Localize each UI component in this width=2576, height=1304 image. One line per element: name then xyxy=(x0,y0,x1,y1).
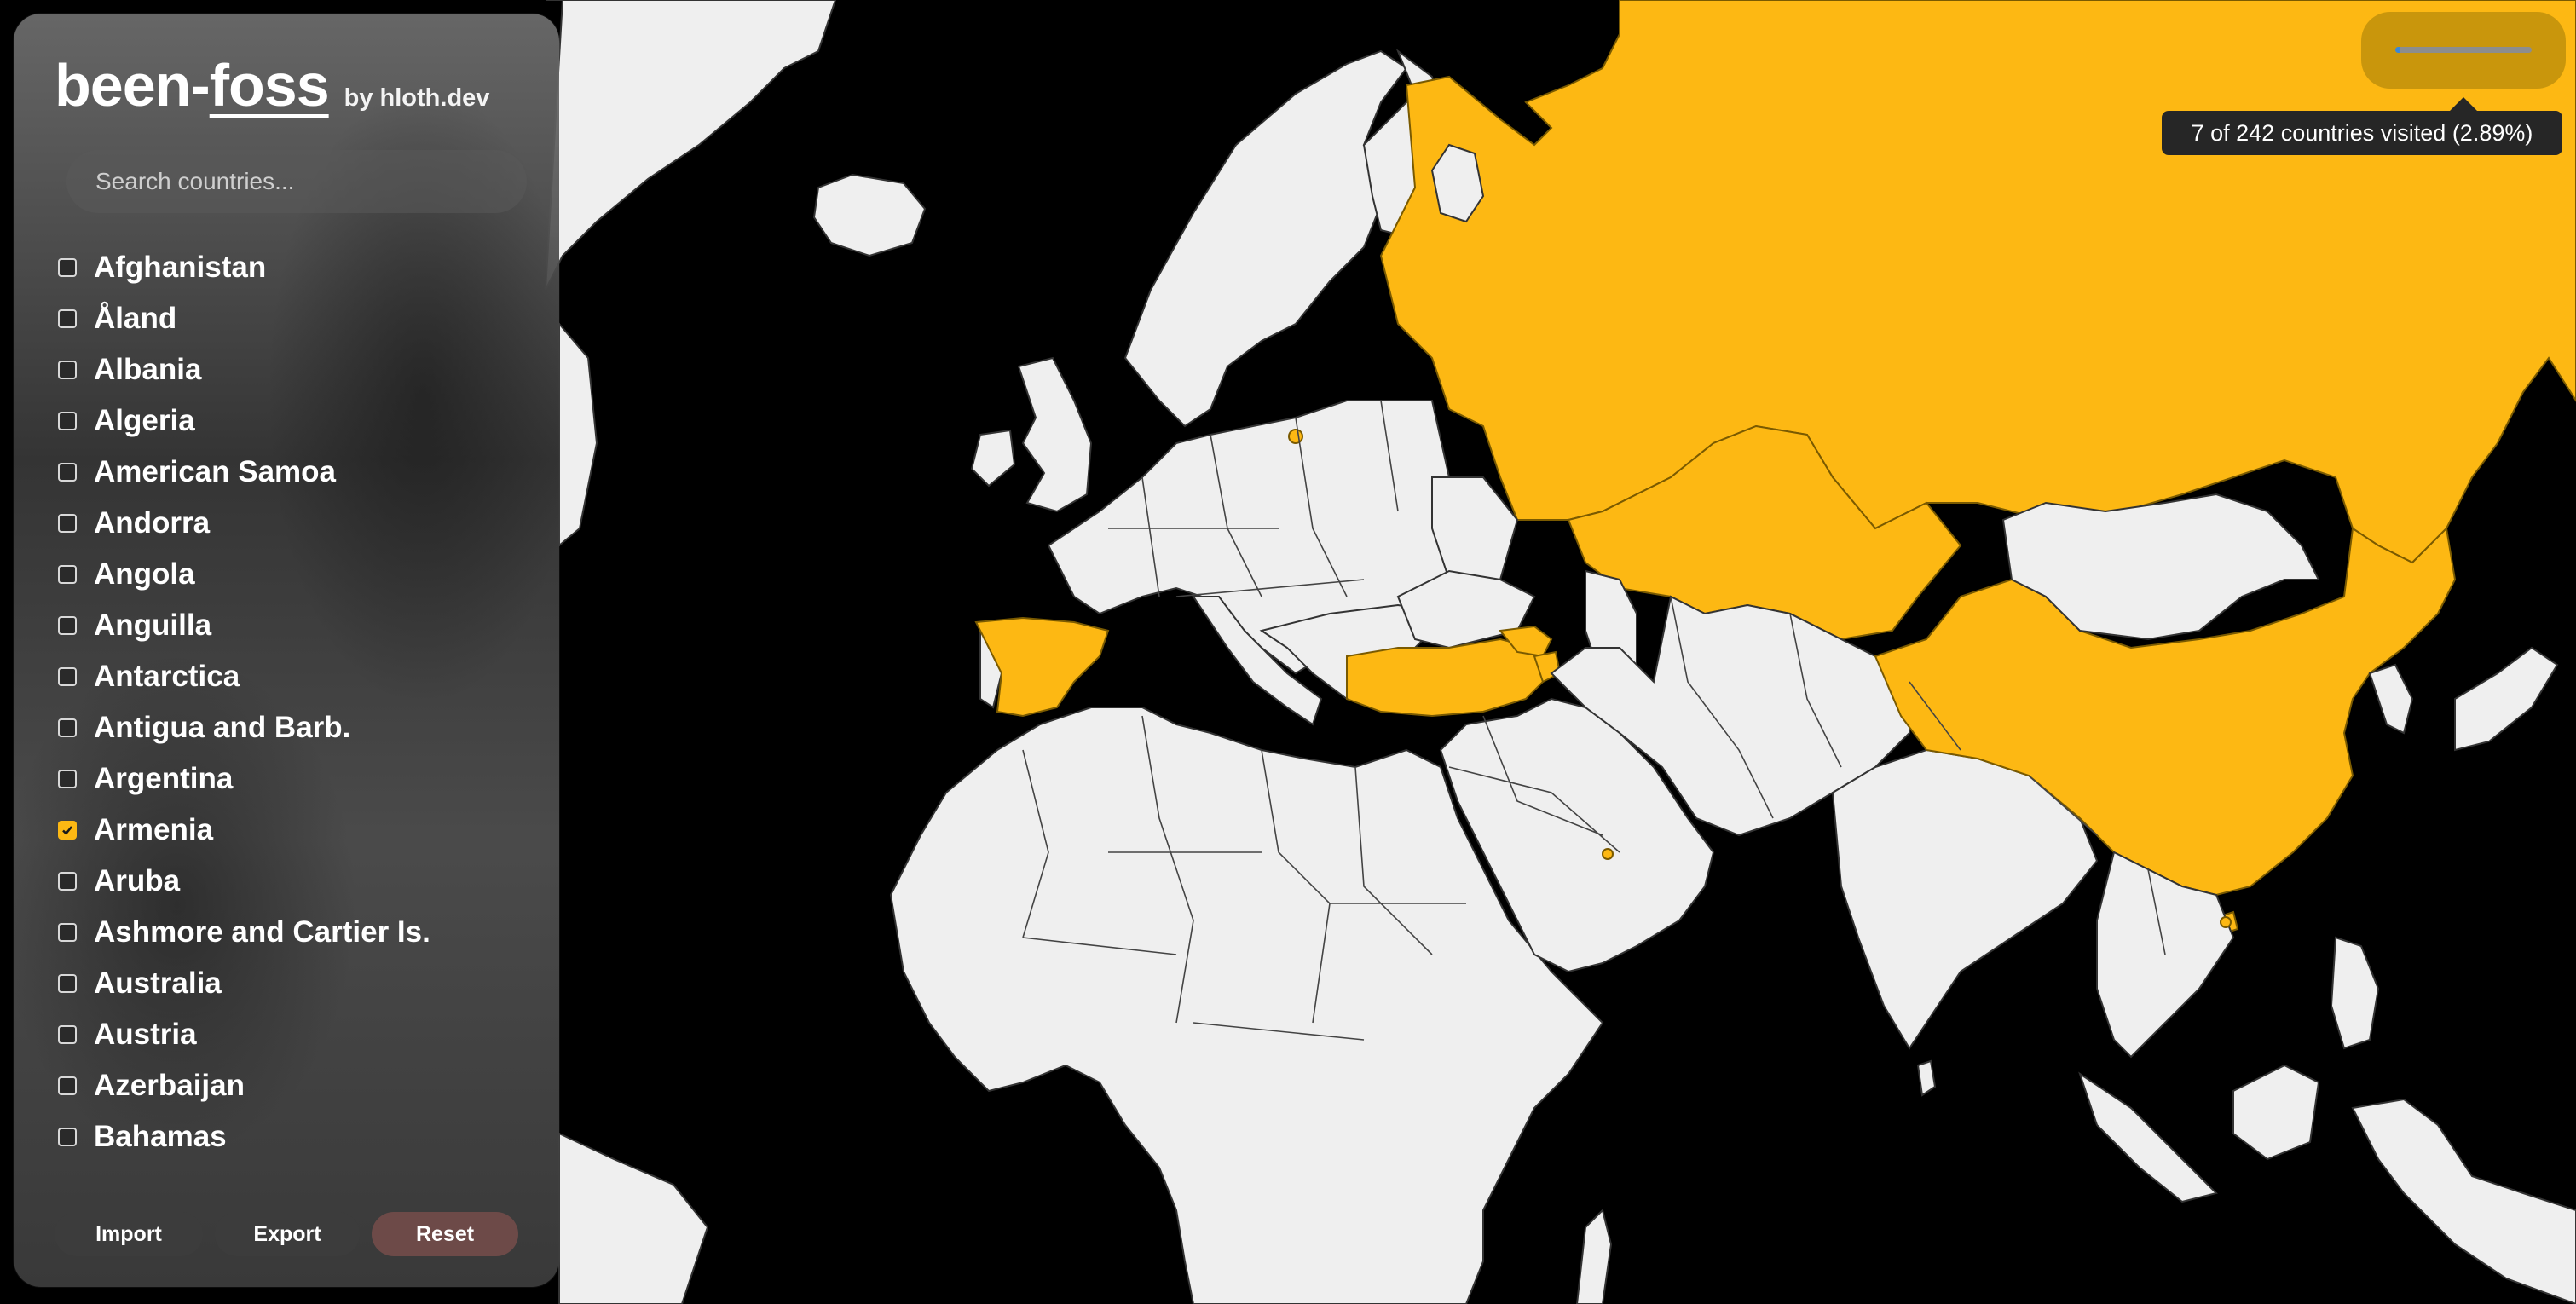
checkbox[interactable] xyxy=(58,616,77,635)
hong-kong[interactable] xyxy=(2220,916,2232,928)
country-item[interactable]: Ashmore and Cartier Is. xyxy=(58,907,518,958)
country-label: Albania xyxy=(94,353,202,386)
country-item[interactable]: Albania xyxy=(58,344,518,395)
country-item[interactable]: American Samoa xyxy=(58,447,518,498)
checkbox[interactable] xyxy=(58,872,77,891)
author-link[interactable]: by hloth.dev xyxy=(344,84,490,113)
checkbox[interactable] xyxy=(58,514,77,533)
checkbox[interactable] xyxy=(58,1076,77,1095)
search-input[interactable] xyxy=(66,150,527,213)
country-item[interactable]: Antarctica xyxy=(58,651,518,702)
country-label: Bahamas xyxy=(94,1120,227,1153)
action-buttons: Import Export Reset xyxy=(55,1212,518,1256)
checkbox[interactable] xyxy=(58,565,77,584)
visited-stats-tooltip: 7 of 242 countries visited (2.89%) xyxy=(2162,111,2562,155)
country-item[interactable]: Armenia xyxy=(58,805,518,856)
country-item[interactable]: Åland xyxy=(58,293,518,344)
country-label: Angola xyxy=(94,557,195,591)
qatar[interactable] xyxy=(1602,848,1614,860)
country-label: Åland xyxy=(94,302,177,335)
country-item[interactable]: Azerbaijan xyxy=(58,1060,518,1111)
country-label: Azerbaijan xyxy=(94,1069,245,1102)
progress-track xyxy=(2395,47,2532,53)
app-name: been-foss xyxy=(55,52,330,118)
country-label: Afghanistan xyxy=(94,251,267,284)
checkbox[interactable] xyxy=(58,821,77,840)
country-item[interactable]: Antigua and Barb. xyxy=(58,702,518,753)
country-label: Antarctica xyxy=(94,660,240,693)
country-item[interactable]: Australia xyxy=(58,958,518,1009)
country-item[interactable]: Austria xyxy=(58,1009,518,1060)
checkbox[interactable] xyxy=(58,1128,77,1146)
country-item[interactable]: Argentina xyxy=(58,753,518,805)
country-item[interactable]: Aruba xyxy=(58,856,518,907)
country-label: Antigua and Barb. xyxy=(94,711,351,744)
country-item[interactable]: Andorra xyxy=(58,498,518,549)
reset-button[interactable]: Reset xyxy=(372,1212,518,1256)
country-label: Anguilla xyxy=(94,609,212,642)
export-button[interactable]: Export xyxy=(215,1212,360,1256)
country-label: Algeria xyxy=(94,404,195,437)
brand-header: been-foss by hloth.dev xyxy=(55,51,518,128)
checkbox[interactable] xyxy=(58,770,77,788)
country-item[interactable]: Bahamas xyxy=(58,1111,518,1163)
country-item[interactable]: Algeria xyxy=(58,395,518,447)
country-item[interactable]: Angola xyxy=(58,549,518,600)
tooltip-arrow xyxy=(2450,97,2477,111)
checkbox[interactable] xyxy=(58,361,77,379)
checkbox[interactable] xyxy=(58,923,77,942)
country-label: Armenia xyxy=(94,813,214,846)
sidebar: been-foss by hloth.dev Afghanistan Åland… xyxy=(14,14,559,1287)
country-list: Afghanistan Åland Albania Algeria Americ… xyxy=(58,242,518,1163)
country-item[interactable]: Afghanistan xyxy=(58,242,518,293)
country-label: Argentina xyxy=(94,762,234,795)
checkbox[interactable] xyxy=(58,667,77,686)
checkbox[interactable] xyxy=(58,412,77,430)
country-label: Andorra xyxy=(94,506,211,539)
checkbox[interactable] xyxy=(58,258,77,277)
country-label: Australia xyxy=(94,966,222,1000)
import-button[interactable]: Import xyxy=(55,1212,203,1256)
checkbox[interactable] xyxy=(58,718,77,737)
checkbox[interactable] xyxy=(58,1025,77,1044)
checkbox[interactable] xyxy=(58,309,77,328)
checkbox[interactable] xyxy=(58,974,77,993)
progress-fill xyxy=(2395,47,2400,53)
progress-indicator[interactable] xyxy=(2361,12,2566,89)
country-label: Austria xyxy=(94,1018,197,1051)
country-label: Ashmore and Cartier Is. xyxy=(94,915,430,949)
checkbox[interactable] xyxy=(58,463,77,482)
country-label: Aruba xyxy=(94,864,181,897)
country-label: American Samoa xyxy=(94,455,337,488)
country-item[interactable]: Anguilla xyxy=(58,600,518,651)
lithuania[interactable] xyxy=(1288,429,1303,444)
